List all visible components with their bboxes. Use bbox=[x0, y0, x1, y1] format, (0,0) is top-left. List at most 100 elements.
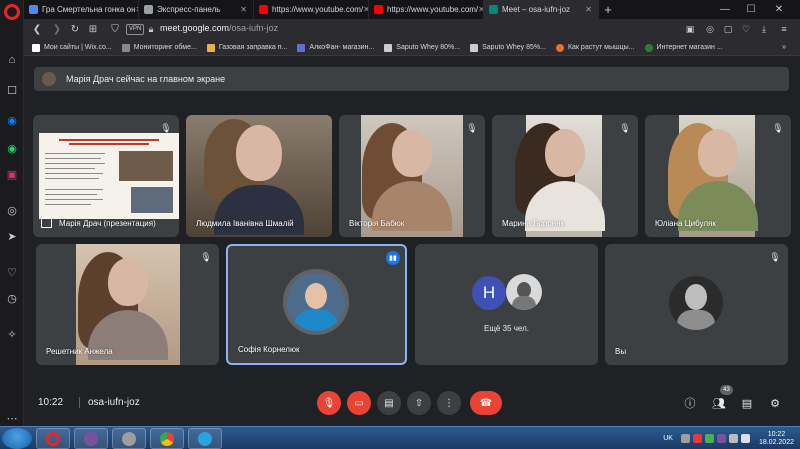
tab-title: Гра Смертельна гонка он bbox=[42, 5, 136, 14]
more-icon[interactable]: ⋯ bbox=[4, 410, 20, 426]
download-icon[interactable]: ⤓ bbox=[758, 23, 770, 35]
tray-icon[interactable] bbox=[692, 434, 702, 443]
bookmark-favicon-icon bbox=[644, 43, 653, 52]
presentation-slide bbox=[39, 133, 179, 219]
speaking-indicator-icon: ▮▮ bbox=[386, 251, 400, 265]
participant-tile-active-speaker[interactable]: ▮▮ Софія Корнелюк bbox=[226, 244, 407, 365]
lock-icon[interactable]: 🔒︎ bbox=[144, 22, 158, 36]
mic-off-icon: 🎙︎ bbox=[619, 122, 631, 133]
home-icon[interactable]: ⌂ bbox=[4, 52, 20, 68]
volume-icon[interactable] bbox=[740, 434, 750, 443]
whatsapp-icon[interactable]: ◉ bbox=[4, 140, 20, 156]
messenger-icon[interactable]: ◉ bbox=[4, 112, 20, 128]
tray-icon[interactable] bbox=[716, 434, 726, 443]
close-icon[interactable]: ✕ bbox=[585, 5, 592, 14]
speed-dial-icon[interactable]: ☐ bbox=[4, 82, 20, 98]
camera-icon[interactable]: ▣ bbox=[684, 23, 696, 35]
tab-express-panel[interactable]: Экспресс-панель ✕ bbox=[139, 0, 254, 19]
settings-icon[interactable]: ≡ bbox=[778, 23, 790, 35]
maximize-icon[interactable]: ☐ bbox=[740, 0, 762, 19]
bookmark-label: Мои сайты | Wix.co... bbox=[44, 44, 112, 51]
snapshot-icon[interactable]: ◎ bbox=[704, 23, 716, 35]
shield-icon[interactable]: ⛉ bbox=[108, 22, 122, 36]
bookmark-item[interactable]: АлкоФан- магазин... bbox=[297, 43, 374, 52]
meeting-code: osa-iufn-joz bbox=[88, 397, 140, 408]
people-icon[interactable]: 👥︎ bbox=[711, 395, 727, 411]
tab-meet[interactable]: Meet – osa-iufn-joz ✕ bbox=[484, 0, 599, 19]
close-icon[interactable]: ✕ bbox=[240, 5, 247, 14]
bookmarks-bar: Мои сайты | Wix.co... Мониторинг обме...… bbox=[24, 40, 800, 56]
minimize-icon[interactable]: — bbox=[714, 0, 736, 19]
participant-tile-self[interactable]: 🎙︎ Вы bbox=[605, 244, 788, 365]
url-field[interactable]: meet.google.com/osa-iufn-joz bbox=[160, 23, 278, 33]
participant-tile[interactable]: 🎙︎ Юліана Цибуляк bbox=[645, 115, 791, 237]
tab-youtube-1[interactable]: https://www.youtube.com/ ✕ bbox=[254, 0, 369, 19]
network-icon[interactable] bbox=[728, 434, 738, 443]
tray-icon[interactable] bbox=[704, 434, 714, 443]
hang-up-button[interactable]: ☎ bbox=[470, 391, 502, 415]
bookmark-item[interactable]: Как растут мышцы... bbox=[555, 43, 635, 52]
mic-off-icon: 🎙︎ bbox=[769, 251, 781, 262]
clock[interactable]: 10:22 18.02.2022 bbox=[759, 431, 794, 447]
bookmark-item[interactable]: Мои сайты | Wix.co... bbox=[32, 43, 112, 52]
close-window-icon[interactable]: ✕ bbox=[768, 0, 790, 19]
captions-button[interactable]: ▤ bbox=[377, 391, 401, 415]
taskbar-opera[interactable] bbox=[36, 428, 70, 449]
lightbulb-icon[interactable]: ✧ bbox=[4, 326, 20, 342]
heart-icon[interactable]: ♡ bbox=[740, 23, 752, 35]
send-icon[interactable]: ➤ bbox=[4, 228, 20, 244]
participant-tile[interactable]: 🎙︎ Решетник Анжела bbox=[36, 244, 219, 365]
participant-name: Вікторія Бабюк bbox=[349, 219, 405, 228]
mic-toggle-button[interactable]: 🎙︎ bbox=[317, 391, 341, 415]
box-icon[interactable]: ▢ bbox=[722, 23, 734, 35]
taskbar-telegram[interactable] bbox=[188, 428, 222, 449]
reload-icon[interactable]: ↻ bbox=[68, 22, 82, 36]
tab-title: https://www.youtube.com/ bbox=[387, 5, 479, 14]
instagram-icon[interactable]: ▣ bbox=[4, 166, 20, 182]
chat-icon[interactable]: ▤ bbox=[739, 395, 755, 411]
taskbar-chrome[interactable] bbox=[150, 428, 184, 449]
clock-date: 18.02.2022 bbox=[758, 438, 794, 446]
participant-tile[interactable]: 🎙︎ Марина Бороняк bbox=[492, 115, 638, 237]
start-button[interactable] bbox=[2, 428, 32, 449]
opera-icon bbox=[46, 431, 60, 446]
vpn-badge[interactable]: VPN bbox=[126, 24, 145, 35]
player-icon[interactable]: ◎ bbox=[4, 202, 20, 218]
more-options-button[interactable]: ⋮ bbox=[437, 391, 461, 415]
bookmarks-more-icon[interactable]: » bbox=[782, 44, 786, 51]
mic-off-icon: 🎙︎ bbox=[772, 122, 784, 133]
camera-toggle-button[interactable]: ▭ bbox=[347, 391, 371, 415]
bookmark-item[interactable]: Saputo Whey 80%... bbox=[384, 43, 460, 52]
tab-game[interactable]: Гра Смертельна гонка он ✕ bbox=[24, 0, 139, 19]
tray-icon[interactable] bbox=[680, 434, 690, 443]
tab-title: Экспресс-панель bbox=[157, 5, 221, 14]
forward-icon[interactable]: ❯ bbox=[50, 22, 64, 36]
participant-name: Марина Бороняк bbox=[502, 219, 565, 228]
present-screen-button[interactable]: ⇧ bbox=[407, 391, 431, 415]
bookmark-favicon-icon bbox=[206, 43, 215, 52]
tab-grid-icon[interactable]: ⊞ bbox=[86, 22, 100, 36]
participant-name: Решетник Анжела bbox=[46, 347, 113, 356]
activities-icon[interactable]: ⚙ bbox=[767, 395, 783, 411]
info-icon[interactable]: ⓘ bbox=[682, 395, 698, 411]
bookmark-item[interactable]: Интернет магазин ... bbox=[644, 43, 723, 52]
presentation-icon bbox=[41, 218, 52, 228]
participant-tile[interactable]: 🎙︎ Вікторія Бабюк bbox=[339, 115, 485, 237]
bookmark-label: Как растут мышцы... bbox=[567, 44, 635, 51]
bookmark-label: Мониторинг обме... bbox=[133, 44, 197, 51]
history-icon[interactable]: ◷ bbox=[4, 290, 20, 306]
participant-tile-presentation[interactable]: 🎙︎ Марія Драч (презентация) bbox=[33, 115, 179, 237]
opera-logo-icon[interactable] bbox=[4, 4, 20, 20]
heart-icon[interactable]: ♡ bbox=[4, 264, 20, 280]
language-indicator[interactable]: UK bbox=[663, 435, 673, 442]
taskbar-viber[interactable] bbox=[74, 428, 108, 449]
participant-tile-more[interactable]: H Ещё 35 чел. bbox=[415, 244, 598, 365]
bookmark-item[interactable]: Saputo Whey 85%... bbox=[470, 43, 546, 52]
back-icon[interactable]: ❮ bbox=[30, 22, 44, 36]
taskbar-settings[interactable] bbox=[112, 428, 146, 449]
participant-tile[interactable]: Людмила Іванівна Шмалій bbox=[186, 115, 332, 237]
tab-youtube-2[interactable]: https://www.youtube.com/ ✕ bbox=[369, 0, 484, 19]
bookmark-item[interactable]: Мониторинг обме... bbox=[121, 43, 197, 52]
bookmark-item[interactable]: Газовая заправка п... bbox=[206, 43, 287, 52]
new-tab-button[interactable]: + bbox=[599, 0, 617, 19]
